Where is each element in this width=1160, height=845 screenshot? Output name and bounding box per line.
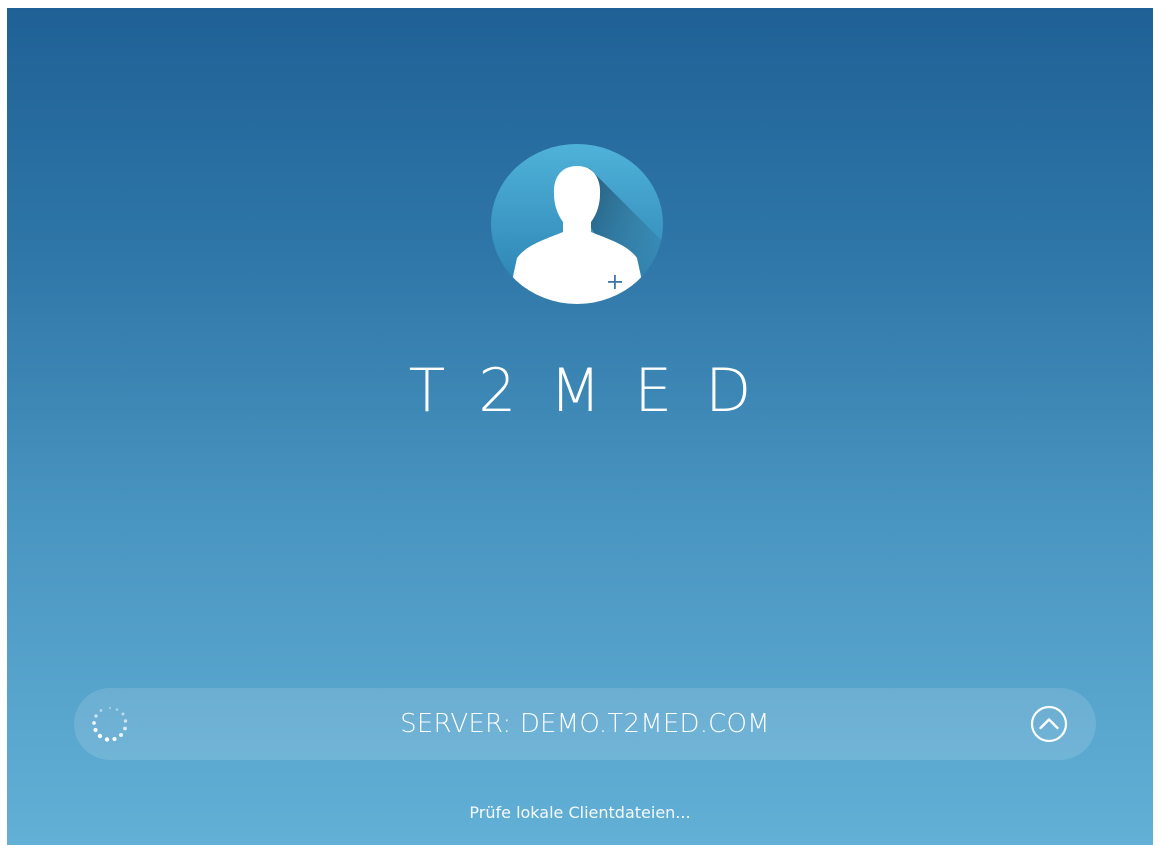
user-avatar-plus-icon — [491, 144, 663, 304]
server-selector[interactable]: SERVER: DEMO.T2MED.COM — [74, 688, 1096, 760]
app-logo — [491, 144, 663, 304]
app-title: T2MED — [408, 356, 785, 426]
splash-window: T2MED SERVER: DEMO.T2MED.COM Prüfe lokal… — [7, 8, 1153, 845]
server-label: SERVER: DEMO.T2MED.COM — [400, 709, 770, 739]
status-message: Prüfe lokale Clientdateien... — [469, 803, 691, 822]
expand-server-button[interactable] — [1030, 705, 1068, 743]
chevron-up-circle-icon — [1030, 705, 1068, 743]
